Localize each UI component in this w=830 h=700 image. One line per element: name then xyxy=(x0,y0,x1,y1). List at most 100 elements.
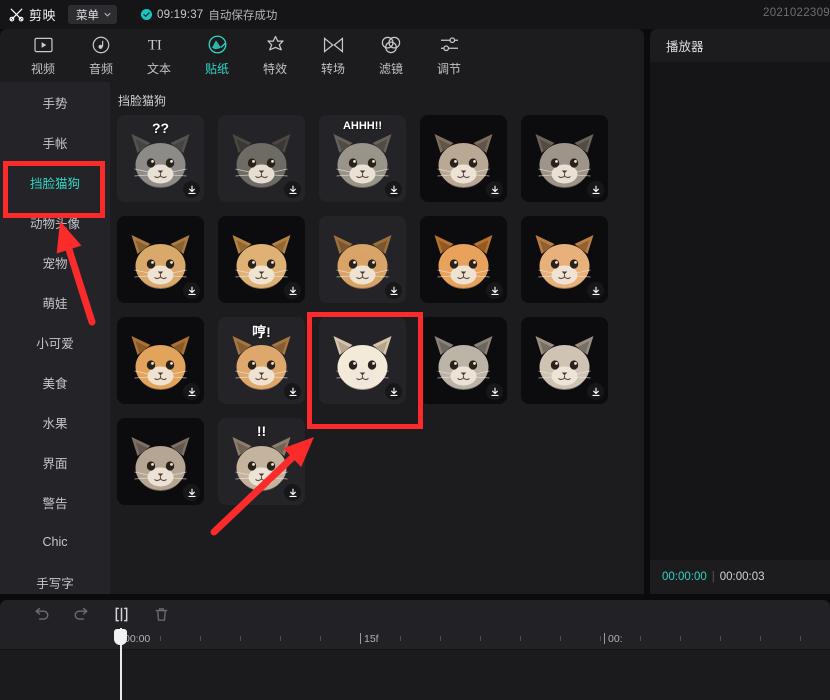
undo-icon[interactable] xyxy=(32,605,50,623)
sticker-item[interactable] xyxy=(117,418,204,505)
library-tabbar: 视频 音频 TI 文本 贴纸 特效 转场 滤镜 调节 xyxy=(0,29,644,82)
category-item[interactable]: 手帐 xyxy=(0,122,110,162)
tab-audio[interactable]: 音频 xyxy=(72,32,130,80)
download-icon[interactable] xyxy=(587,282,604,299)
sticker-grid-area[interactable]: 挡脸猫狗 ?? AHHH!! 哼! !! xyxy=(110,82,644,594)
tab-text[interactable]: TI 文本 xyxy=(130,32,188,80)
timeline-toolbar xyxy=(0,600,830,628)
sticker-item[interactable]: !! xyxy=(218,418,305,505)
player-stage[interactable] xyxy=(650,62,830,560)
tab-sticker[interactable]: 贴纸 xyxy=(188,32,246,80)
check-circle-icon xyxy=(141,9,153,20)
playhead-handle[interactable] xyxy=(114,629,127,645)
delete-icon[interactable] xyxy=(152,605,170,623)
player-header: 播放器 xyxy=(650,29,830,62)
category-item[interactable]: 手写字 xyxy=(0,562,110,594)
sticker-item[interactable] xyxy=(117,317,204,404)
tab-adjust[interactable]: 调节 xyxy=(420,32,478,80)
download-icon[interactable] xyxy=(183,383,200,400)
ruler-tick xyxy=(200,636,201,641)
sticker-item[interactable] xyxy=(521,317,608,404)
player-timecode: 00:00:00 | 00:00:03 xyxy=(650,560,830,594)
split-icon[interactable] xyxy=(112,605,130,623)
sticker-item[interactable]: ?? xyxy=(117,115,204,202)
ruler-label: 00: xyxy=(608,633,623,645)
sticker-item[interactable] xyxy=(117,216,204,303)
category-item-label: 警告 xyxy=(42,496,68,511)
redo-icon[interactable] xyxy=(72,605,90,623)
sticker-item[interactable] xyxy=(420,115,507,202)
sticker-item[interactable] xyxy=(218,115,305,202)
sticker-icon xyxy=(208,34,227,55)
tab-filter[interactable]: 滤镜 xyxy=(362,32,420,80)
category-item[interactable]: 宠物 xyxy=(0,242,110,282)
menu-button[interactable]: 菜单 xyxy=(68,5,118,24)
category-item[interactable]: 动物头像 xyxy=(0,202,110,242)
download-icon[interactable] xyxy=(587,181,604,198)
sticker-item[interactable] xyxy=(420,216,507,303)
tab-sticker-label: 贴纸 xyxy=(204,62,229,76)
category-item[interactable]: 小可爱 xyxy=(0,322,110,362)
category-item-label: 水果 xyxy=(42,416,68,431)
sticker-item[interactable]: 哼! xyxy=(218,317,305,404)
download-icon[interactable] xyxy=(284,282,301,299)
tab-filter-label: 滤镜 xyxy=(378,62,403,76)
sticker-item[interactable] xyxy=(319,216,406,303)
sticker-item[interactable] xyxy=(319,317,406,404)
app-logo: 剪映 xyxy=(8,5,56,24)
download-icon[interactable] xyxy=(183,484,200,501)
title-bar: 剪映 菜单 09:19:37 自动保存成功 2021022309 xyxy=(0,0,830,29)
sticker-item[interactable] xyxy=(521,216,608,303)
category-item[interactable]: 挡脸猫狗 xyxy=(0,162,110,202)
category-item[interactable]: 水果 xyxy=(0,402,110,442)
download-icon[interactable] xyxy=(486,383,503,400)
adjust-sliders-icon xyxy=(439,34,460,55)
chevron-down-icon xyxy=(104,11,111,18)
ruler-tick xyxy=(800,636,801,641)
sticker-group-title: 挡脸猫狗 xyxy=(118,94,167,108)
autosave-status: 09:19:37 自动保存成功 xyxy=(141,7,277,23)
download-icon[interactable] xyxy=(183,181,200,198)
tab-video[interactable]: 视频 xyxy=(14,32,72,80)
ruler-tick xyxy=(720,636,721,641)
svg-text:TI: TI xyxy=(148,38,162,53)
library-body: 手势 手帐 挡脸猫狗动物头像宠物萌娃小可爱美食水果界面警告 Chic 手写字 挡脸猫狗 … xyxy=(0,82,644,594)
jianying-editor-window: 剪映 菜单 09:19:37 自动保存成功 2021022309 视频 音频 T… xyxy=(0,0,830,700)
category-item[interactable]: 界面 xyxy=(0,442,110,482)
sticker-grid[interactable]: ?? AHHH!! 哼! !! xyxy=(110,115,644,505)
timeline-tracks[interactable] xyxy=(0,650,830,700)
ruler-tick xyxy=(280,636,281,641)
category-item-label: 小可爱 xyxy=(36,336,74,351)
download-icon[interactable] xyxy=(486,181,503,198)
tab-transition[interactable]: 转场 xyxy=(304,32,362,80)
tab-effects[interactable]: 特效 xyxy=(246,32,304,80)
download-icon[interactable] xyxy=(284,484,301,501)
category-item[interactable]: 警告 xyxy=(0,482,110,522)
category-item-label: 动物头像 xyxy=(29,216,80,231)
category-item-label: 界面 xyxy=(42,456,68,471)
sticker-item[interactable]: AHHH!! xyxy=(319,115,406,202)
download-icon[interactable] xyxy=(486,282,503,299)
download-icon[interactable] xyxy=(385,181,402,198)
ruler-tick xyxy=(760,636,761,641)
category-list[interactable]: 手势 手帐 挡脸猫狗动物头像宠物萌娃小可爱美食水果界面警告 Chic 手写字 xyxy=(0,82,110,594)
download-icon[interactable] xyxy=(183,282,200,299)
jianying-logo-icon xyxy=(8,6,25,23)
player-total-time: 00:00:03 xyxy=(719,571,765,583)
filter-icon xyxy=(381,34,401,55)
download-icon[interactable] xyxy=(385,383,402,400)
sticker-item[interactable] xyxy=(521,115,608,202)
category-item[interactable]: 手势 xyxy=(0,82,110,122)
ruler-tick xyxy=(640,636,641,641)
sticker-item[interactable] xyxy=(420,317,507,404)
download-icon[interactable] xyxy=(284,383,301,400)
category-item-label: 萌娃 xyxy=(42,296,68,311)
category-item[interactable]: 美食 xyxy=(0,362,110,402)
download-icon[interactable] xyxy=(587,383,604,400)
download-icon[interactable] xyxy=(284,181,301,198)
category-item[interactable]: Chic xyxy=(0,522,110,562)
download-icon[interactable] xyxy=(385,282,402,299)
category-item[interactable]: 萌娃 xyxy=(0,282,110,322)
sticker-item[interactable] xyxy=(218,216,305,303)
ruler-tick xyxy=(480,636,481,641)
